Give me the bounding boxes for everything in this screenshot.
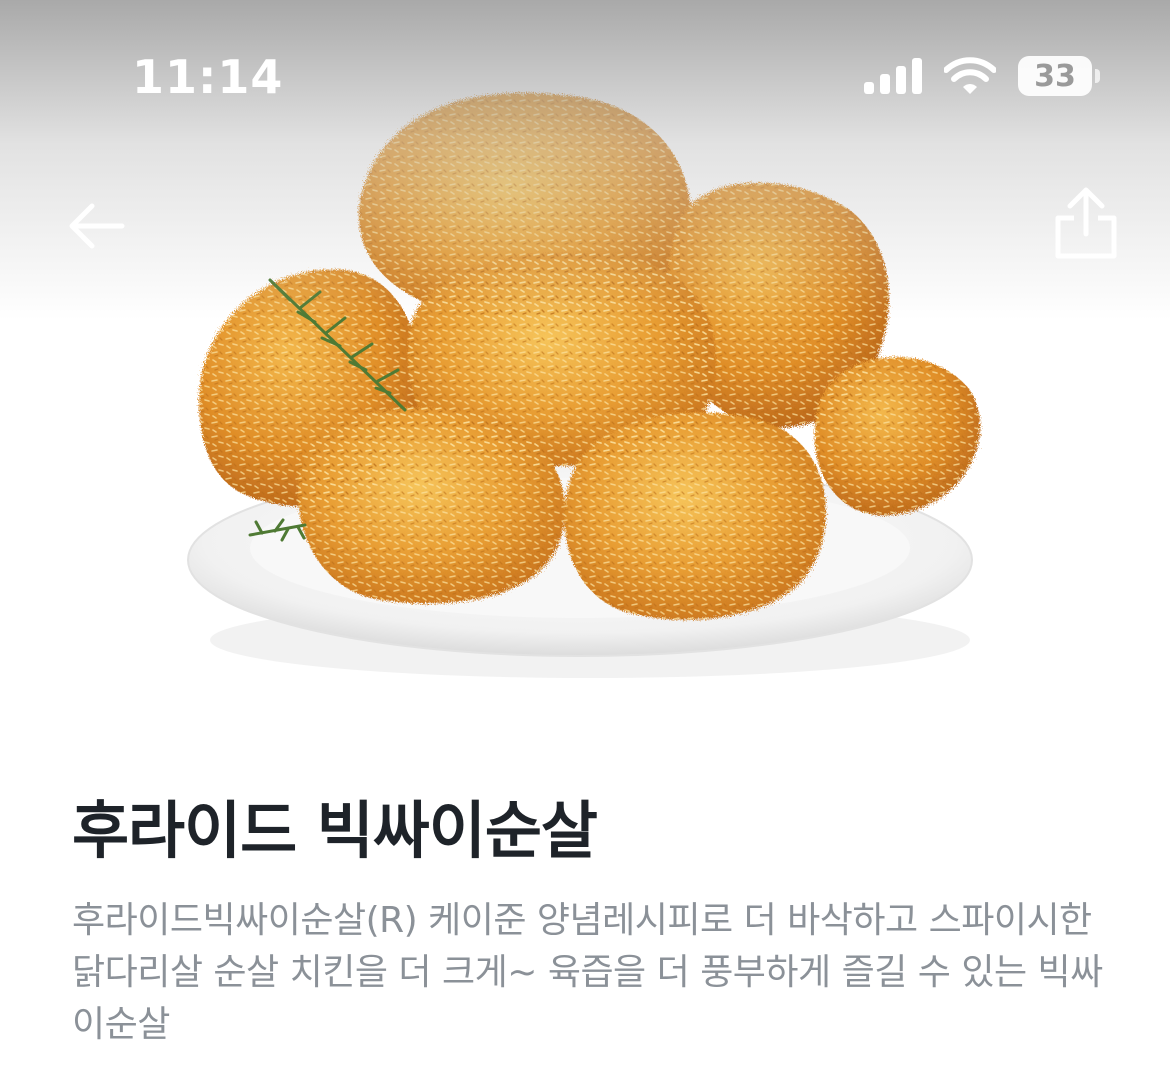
product-description: 후라이드빅싸이순살(R) 케이준 양념레시피로 더 바삭하고 스파이시한 닭다리… [72,900,1103,1045]
arrow-left-icon [69,203,125,249]
share-button[interactable] [1050,186,1122,262]
battery-level: 33 [1034,58,1076,94]
product-title: 후라이드 빅싸이순살 [72,794,598,867]
battery-icon: 33 [1018,56,1100,96]
wifi-icon [944,57,996,94]
share-icon [1055,187,1117,259]
battery-tip [1095,69,1100,83]
status-bar: 11:14 33 [0,0,1170,150]
back-button[interactable] [64,194,128,258]
cellular-signal-icon [864,58,922,94]
status-time: 11:14 [132,50,284,104]
status-icons: 33 [864,56,1100,96]
